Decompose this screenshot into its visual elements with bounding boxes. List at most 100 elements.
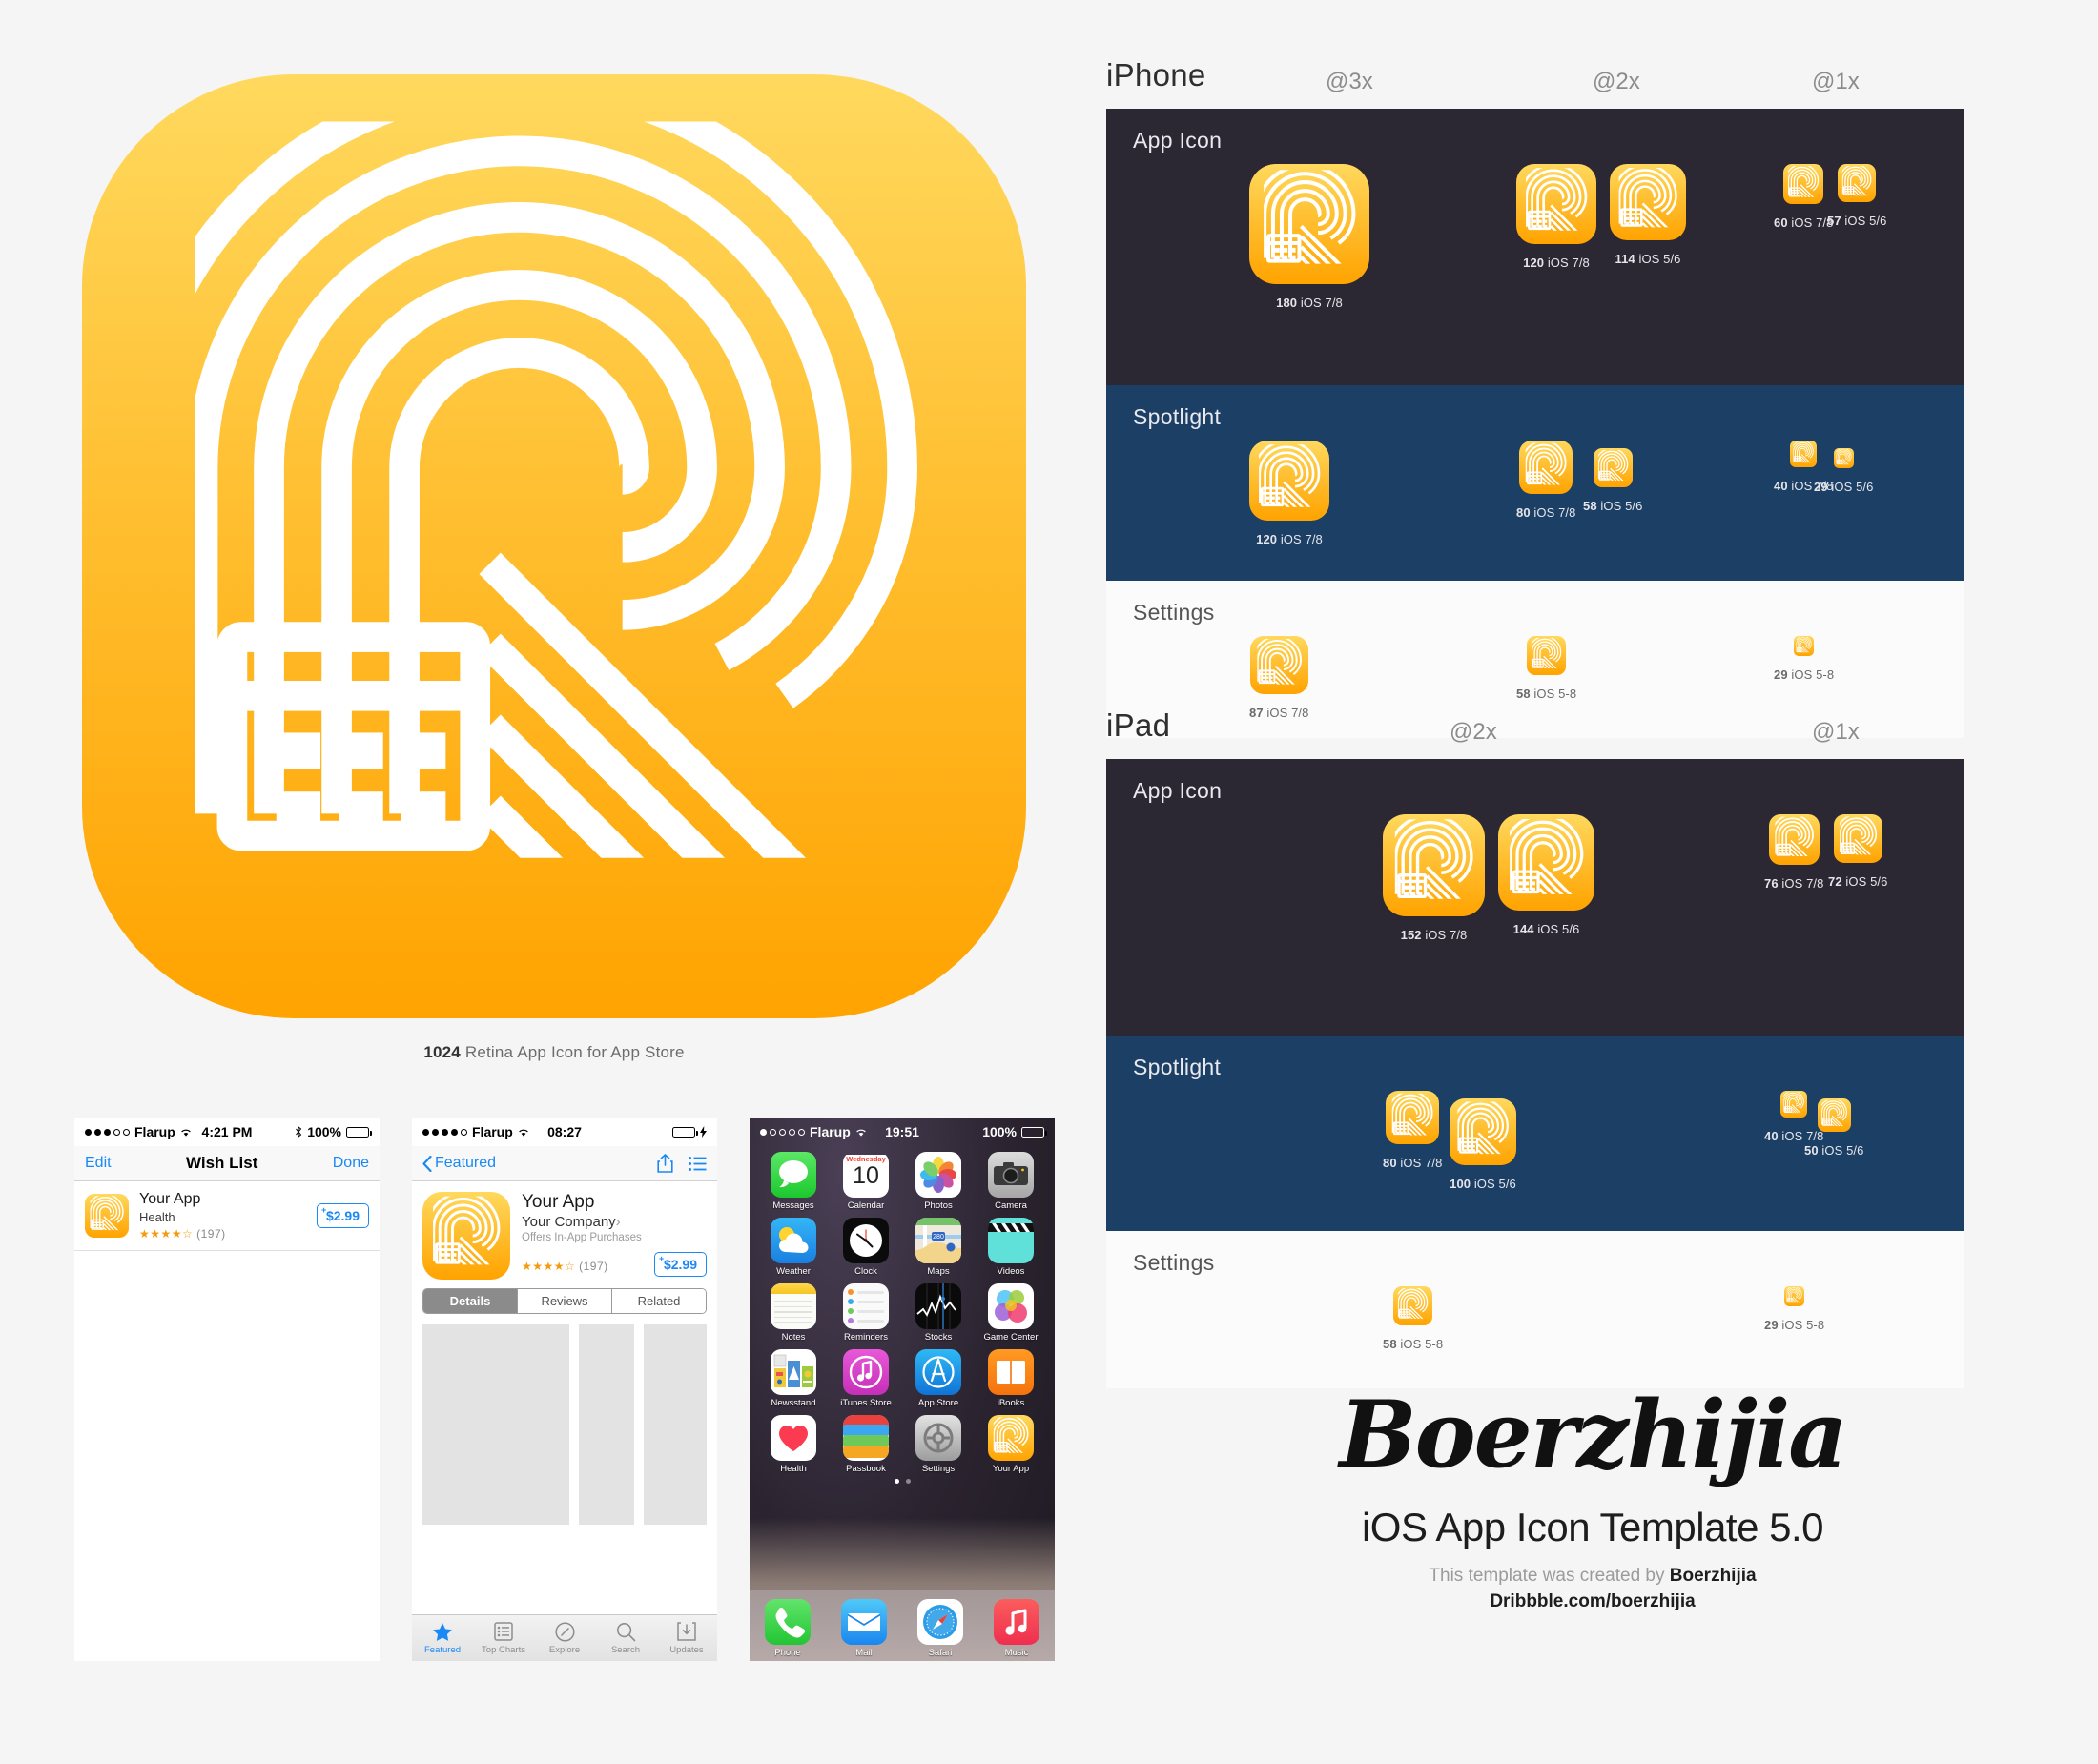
home-app-your-app[interactable]: Your App: [975, 1415, 1047, 1474]
ipad-spec-group: iPad @2x @1x App Icon 152 iOS 7/8 144 iOS …: [1106, 708, 1964, 1388]
brand-credit: This template was created by Boerzhijia: [1268, 1566, 1917, 1587]
back-chevron-icon[interactable]: [422, 1155, 432, 1172]
segment-details[interactable]: Details: [423, 1289, 518, 1313]
rating-count: (197): [579, 1259, 608, 1273]
stocks-icon: [915, 1283, 961, 1329]
price-button[interactable]: + $2.99: [653, 1252, 707, 1277]
notes-icon: [771, 1283, 816, 1329]
home-app-label: Camera: [995, 1200, 1027, 1211]
rating-stars: ★★★★☆ (197): [522, 1259, 608, 1273]
segment-related[interactable]: Related: [612, 1289, 706, 1313]
home-app-weather[interactable]: Weather: [757, 1218, 830, 1277]
status-time: 4:21 PM: [201, 1124, 253, 1139]
tab-featured[interactable]: Featured: [412, 1622, 473, 1655]
home-app-passbook[interactable]: Passbook: [830, 1415, 902, 1474]
dock-app-mail[interactable]: Mail: [826, 1599, 902, 1658]
iphone-spec-group: iPhone @3x @2x @1x App Icon 180 iOS 7/8 12…: [1106, 57, 1964, 738]
weather-icon: [771, 1218, 816, 1263]
home-app-game-center[interactable]: Game Center: [975, 1283, 1047, 1343]
app-icon-sample: [1519, 441, 1574, 494]
home-app-messages[interactable]: Messages: [757, 1152, 830, 1211]
spec-row-label: Settings: [1133, 600, 1215, 625]
segmented-control[interactable]: Details Reviews Related: [422, 1288, 707, 1314]
home-app-itunes-store[interactable]: iTunes Store: [830, 1349, 902, 1408]
dock-app-safari[interactable]: Safari: [902, 1599, 978, 1658]
home-app-health[interactable]: Health: [757, 1415, 830, 1474]
tab-top-charts[interactable]: Top Charts: [473, 1621, 534, 1655]
home-app-clock[interactable]: Clock: [830, 1218, 902, 1277]
tab-search[interactable]: Search: [595, 1622, 656, 1655]
page-dot[interactable]: [894, 1479, 899, 1484]
list-icon[interactable]: [689, 1156, 707, 1171]
homescreen-app-grid[interactable]: Messages Wednesday 10 Calendar Photos Camera W…: [750, 1146, 1055, 1474]
tab-bar[interactable]: Featured Top Charts Explore Search Updates: [412, 1614, 717, 1661]
r-fingerprint-logo: [82, 74, 1026, 1018]
your-app-icon: [422, 1192, 510, 1280]
home-app-videos[interactable]: Videos: [975, 1218, 1047, 1277]
your-app-icon: [85, 1194, 129, 1238]
tab-explore[interactable]: Explore: [534, 1621, 595, 1655]
appstore-navbar: Featured: [412, 1146, 717, 1181]
hero-caption-size: 1024: [423, 1043, 461, 1061]
passbook-icon: [843, 1415, 889, 1461]
edit-button[interactable]: Edit: [85, 1155, 112, 1172]
spec-row-label: App Icon: [1133, 128, 1223, 153]
iap-plus-icon: +: [320, 1205, 327, 1215]
home-app-ibooks[interactable]: iBooks: [975, 1349, 1047, 1408]
app-company[interactable]: Your Company›: [522, 1214, 707, 1230]
dock-app-phone[interactable]: Phone: [750, 1599, 826, 1658]
tab-updates[interactable]: Updates: [656, 1621, 717, 1655]
price-button[interactable]: + $2.99: [316, 1203, 369, 1228]
app-icon-sample: [1833, 448, 1854, 468]
iap-note: Offers In-App Purchases: [522, 1231, 642, 1243]
icon-spec: 80 iOS 7/8: [1383, 1091, 1442, 1170]
scale-label-2x: @2x: [1593, 69, 1640, 94]
home-app-label: Health: [780, 1464, 807, 1474]
app-icon-sample: [1794, 636, 1815, 656]
tab-label: Featured: [423, 1644, 462, 1655]
wishlist-row[interactable]: Your App Health ★★★★☆ (197) + $2.99: [74, 1181, 380, 1251]
share-icon[interactable]: [657, 1154, 673, 1173]
phone-icon: [765, 1599, 811, 1645]
app-icon-sample: [1249, 636, 1308, 694]
spec-row-label: Spotlight: [1133, 1055, 1222, 1079]
scale-label-3x: @3x: [1326, 69, 1373, 94]
home-app-settings[interactable]: Settings: [902, 1415, 975, 1474]
icon-spec: 87 iOS 7/8: [1249, 636, 1308, 720]
back-button-label[interactable]: Featured: [435, 1155, 496, 1172]
app-icon-sample: [1817, 1098, 1851, 1132]
done-button[interactable]: Done: [333, 1155, 369, 1172]
screenshot-placeholder: [644, 1324, 707, 1525]
home-app-maps[interactable]: 280 Maps: [902, 1218, 975, 1277]
page-dot[interactable]: [905, 1479, 911, 1484]
brand-signature: Boerzhijia: [1339, 1381, 1847, 1488]
search-icon: [595, 1622, 656, 1643]
icon-spec-caption: 60 iOS 7/8: [1774, 215, 1834, 230]
settings-icon: [915, 1415, 961, 1461]
status-time: 19:51: [885, 1124, 919, 1139]
home-app-calendar[interactable]: Wednesday 10 Calendar: [830, 1152, 902, 1211]
home-app-stocks[interactable]: Stocks: [902, 1283, 975, 1343]
home-app-notes[interactable]: Notes: [757, 1283, 830, 1343]
icon-spec: 58 iOS 5-8: [1516, 636, 1576, 701]
home-app-reminders[interactable]: Reminders: [830, 1283, 902, 1343]
icon-spec-caption: 76 iOS 7/8: [1764, 876, 1824, 891]
app-icon-sample: [1516, 164, 1596, 244]
appstore-statusbar: Flarup 08:27: [412, 1118, 717, 1146]
ipad-scale-label-1x: @1x: [1812, 719, 1860, 745]
hero-caption-text: Retina App Icon for App Store: [460, 1043, 685, 1061]
app-icon-sample: [1249, 164, 1369, 284]
icon-spec: 144 iOS 5/6: [1498, 814, 1594, 936]
dock[interactable]: Phone Mail Safari Music: [750, 1590, 1055, 1661]
appstore-mockup: Flarup 08:27 Featured Your App Your Comp…: [412, 1118, 717, 1661]
home-app-app-store[interactable]: App Store: [902, 1349, 975, 1408]
dock-app-music[interactable]: Music: [978, 1599, 1055, 1658]
tab-label: Updates: [669, 1644, 704, 1655]
home-app-photos[interactable]: Photos: [902, 1152, 975, 1211]
segment-reviews[interactable]: Reviews: [518, 1289, 612, 1313]
home-app-camera[interactable]: Camera: [975, 1152, 1047, 1211]
home-app-newsstand[interactable]: Newsstand: [757, 1349, 830, 1408]
app-icon-sample: [1784, 1286, 1805, 1306]
charging-bolt-icon: [700, 1126, 707, 1138]
icon-spec-caption: 72 iOS 5/6: [1828, 874, 1888, 889]
